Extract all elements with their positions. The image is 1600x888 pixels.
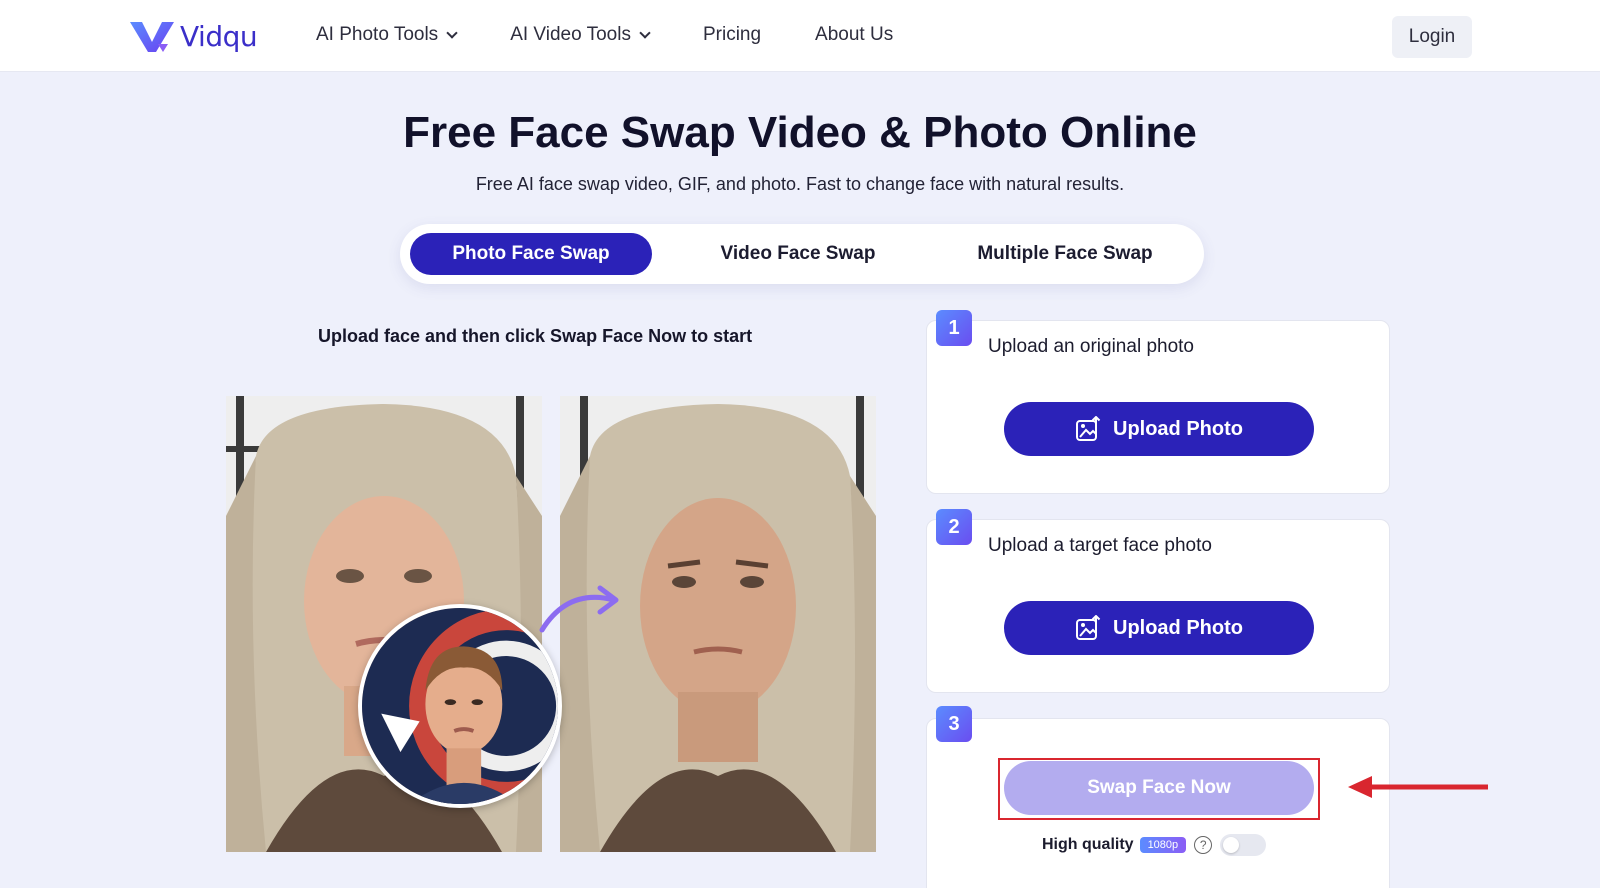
step-2-label: Upload a target face photo [988,535,1212,556]
high-quality-row: High quality 1080p ? [1042,834,1267,856]
step-1-label: Upload an original photo [988,336,1194,357]
tab-video-face-swap[interactable]: Video Face Swap [672,233,924,275]
top-header: Vidqu AI Photo Tools AI Video Tools Pric… [0,0,1600,72]
page-title: Free Face Swap Video & Photo Online [403,108,1197,157]
red-arrow-annotation-icon [1348,776,1488,798]
nav-label: Pricing [702,24,762,45]
login-button[interactable]: Login [1392,16,1472,58]
brand-name: Vidqu [180,19,258,53]
step-3-badge: 3 [936,706,972,742]
chevron-down-icon [446,26,458,39]
step-2-badge: 2 [936,509,972,545]
main-nav: AI Photo Tools AI Video Tools Pricing Ab… [316,24,947,46]
nav-ai-video-tools[interactable]: AI Video Tools [510,24,651,46]
target-face-thumbnail [358,604,562,808]
high-quality-label: High quality [1042,836,1134,853]
nav-label: AI Photo Tools [316,24,439,45]
page-subtitle: Free AI face swap video, GIF, and photo.… [475,174,1125,194]
upload-instruction: Upload face and then click Swap Face Now… [318,326,753,346]
tab-photo-face-swap[interactable]: Photo Face Swap [410,233,652,275]
image-upload-icon [1076,615,1101,640]
resolution-badge: 1080p [1139,837,1187,853]
upload-target-face-button[interactable]: Upload Photo [1004,601,1314,655]
nav-ai-photo-tools[interactable]: AI Photo Tools [316,24,458,46]
nav-pricing[interactable]: Pricing [703,24,761,46]
nav-label: AI Video Tools [510,24,631,45]
help-icon[interactable]: ? [1194,836,1213,854]
chevron-down-icon [639,26,651,39]
tab-multiple-face-swap[interactable]: Multiple Face Swap [936,233,1194,275]
toggle-knob [1223,837,1240,853]
image-upload-icon [1076,416,1101,441]
nav-about-us[interactable]: About Us [815,24,893,46]
brand-logo[interactable]: Vidqu [128,16,258,56]
upload-original-photo-button[interactable]: Upload Photo [1004,402,1314,456]
vidqu-logo-icon [130,22,174,52]
step-1-badge: 1 [936,310,972,346]
swap-arrow-icon [539,585,619,633]
upload-button-label: Upload Photo [1113,616,1243,639]
upload-button-label: Upload Photo [1113,417,1243,440]
high-quality-toggle[interactable] [1220,834,1267,856]
nav-label: About Us [815,24,894,45]
highlight-annotation-box [998,758,1320,820]
mode-tabs: Photo Face Swap Video Face Swap Multiple… [400,224,1204,284]
